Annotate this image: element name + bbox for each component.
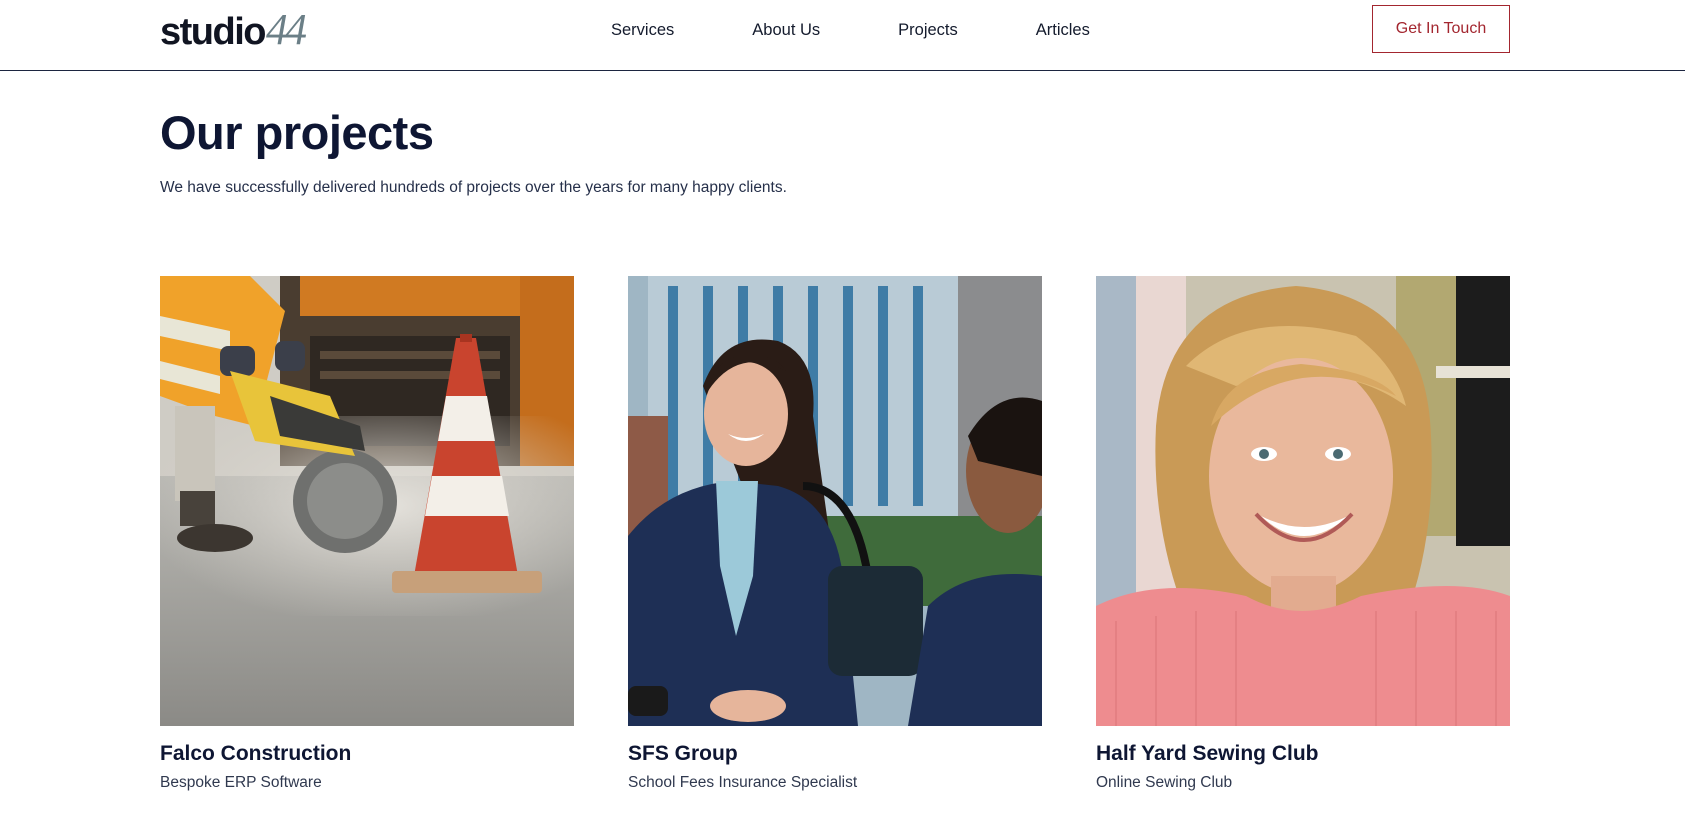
logo-number: 44 xyxy=(265,5,307,54)
project-description: Bespoke ERP Software xyxy=(160,774,322,791)
project-card-sfs-group[interactable]: SFS Group School Fees Insurance Speciali… xyxy=(628,276,1042,793)
page-intro: We have successfully delivered hundreds … xyxy=(160,179,787,196)
page-title: Our projects xyxy=(160,106,434,159)
site-header: studio 44 Services About Us Projects Art… xyxy=(0,0,1685,71)
nav-item-about-us[interactable]: About Us xyxy=(752,19,820,41)
project-description: Online Sewing Club xyxy=(1096,774,1233,791)
project-image-sewing[interactable] xyxy=(1096,276,1510,726)
site-logo[interactable]: studio 44 xyxy=(160,5,307,54)
project-card-half-yard[interactable]: Half Yard Sewing Club Online Sewing Club xyxy=(1096,276,1510,793)
get-in-touch-button[interactable]: Get In Touch xyxy=(1372,5,1510,53)
project-title[interactable]: Falco Construction xyxy=(160,740,574,768)
project-description: School Fees Insurance Specialist xyxy=(628,774,858,791)
project-title[interactable]: Half Yard Sewing Club xyxy=(1096,740,1510,768)
nav-item-articles[interactable]: Articles xyxy=(1036,19,1090,41)
project-card-falco[interactable]: Falco Construction Bespoke ERP Software xyxy=(160,276,574,793)
project-title[interactable]: SFS Group xyxy=(628,740,1042,768)
logo-wordmark: studio xyxy=(160,11,266,53)
project-image-construction[interactable] xyxy=(160,276,574,726)
project-image-school[interactable] xyxy=(628,276,1042,726)
nav-item-projects[interactable]: Projects xyxy=(898,19,958,41)
main-nav: Services About Us Projects Articles xyxy=(611,19,1090,41)
nav-item-services[interactable]: Services xyxy=(611,19,674,41)
